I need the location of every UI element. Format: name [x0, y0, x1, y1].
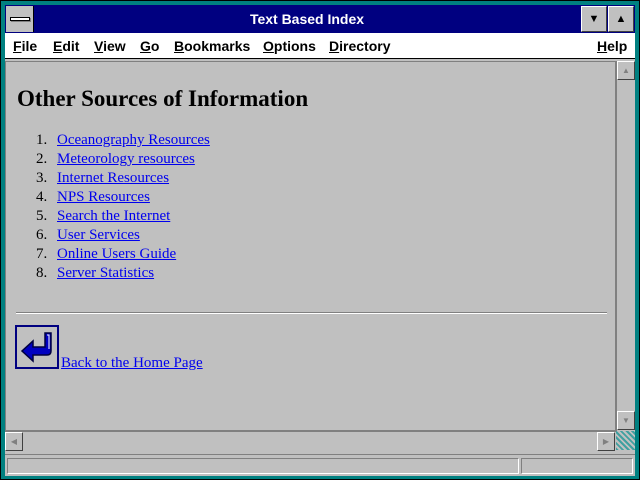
menu-accel: O — [263, 38, 274, 54]
link-user-services[interactable]: User Services — [57, 227, 140, 243]
scroll-up-button[interactable]: ▲ — [617, 61, 635, 80]
system-menu-icon — [10, 17, 30, 21]
menu-accel: B — [174, 38, 185, 54]
scroll-left-button[interactable]: ◀ — [5, 432, 23, 451]
link-server-statistics[interactable]: Server Statistics — [57, 265, 154, 281]
menu-options[interactable]: Options — [263, 38, 316, 54]
window-frame: Text Based Index ▼ ▲ File Edit View Go B… — [5, 5, 635, 476]
scroll-down-icon: ▼ — [622, 416, 630, 425]
list-number: 3. — [36, 170, 48, 186]
link-online-users-guide[interactable]: Online Users Guide — [57, 246, 176, 262]
menu-label: dit — [62, 38, 80, 54]
list-item: 5. Search the Internet — [36, 207, 210, 226]
menu-edit[interactable]: Edit — [53, 38, 79, 54]
triangle-up-icon: ▲ — [615, 13, 627, 25]
scroll-down-button[interactable]: ▼ — [617, 411, 635, 430]
link-internet-resources[interactable]: Internet Resources — [57, 170, 169, 186]
menu-accel: F — [13, 38, 22, 54]
list-number: 1. — [36, 132, 48, 148]
resize-grip[interactable] — [616, 431, 635, 450]
menu-file[interactable]: File — [13, 38, 37, 54]
menu-accel: G — [140, 38, 151, 54]
link-meteorology[interactable]: Meteorology resources — [57, 151, 195, 167]
menu-label: elp — [607, 38, 628, 54]
menu-directory[interactable]: Directory — [329, 38, 390, 54]
list-number: 2. — [36, 151, 48, 167]
return-arrow-icon — [20, 332, 52, 363]
list-item: 6. User Services — [36, 226, 210, 245]
menu-view[interactable]: View — [94, 38, 126, 54]
scroll-right-button[interactable]: ▶ — [597, 432, 615, 451]
list-item: 7. Online Users Guide — [36, 245, 210, 264]
menu-label: ile — [21, 38, 38, 54]
scroll-left-icon: ◀ — [10, 437, 18, 446]
window-title: Text Based Index — [249, 11, 365, 27]
menu-label: o — [150, 38, 160, 54]
horizontal-scrollbar[interactable]: ◀ ▶ — [5, 431, 616, 451]
menu-accel: D — [329, 38, 340, 54]
list-number: 4. — [36, 189, 48, 205]
triangle-down-icon: ▼ — [588, 13, 600, 25]
system-menu-button[interactable] — [6, 6, 34, 32]
vertical-scrollbar[interactable]: ▲ ▼ — [616, 61, 635, 431]
link-nps-resources[interactable]: NPS Resources — [57, 189, 150, 205]
menu-bar: File Edit View Go Bookmarks Options Dire… — [5, 33, 635, 59]
menu-accel: V — [94, 38, 104, 54]
horizontal-rule — [16, 312, 607, 314]
browser-window: Text Based Index ▼ ▲ File Edit View Go B… — [0, 0, 640, 480]
status-bar — [5, 454, 635, 476]
scroll-right-icon: ▶ — [602, 437, 610, 446]
menu-label: ookmarks — [184, 38, 251, 54]
maximize-button[interactable]: ▲ — [608, 6, 634, 32]
minimize-button[interactable]: ▼ — [581, 6, 607, 32]
menu-accel: H — [597, 38, 608, 54]
back-home-link[interactable]: Back to the Home Page — [61, 355, 203, 372]
list-number: 8. — [36, 265, 48, 281]
menu-bookmarks[interactable]: Bookmarks — [174, 38, 250, 54]
list-item: 4. NPS Resources — [36, 188, 210, 207]
scroll-up-icon: ▲ — [622, 66, 630, 75]
link-oceanography[interactable]: Oceanography Resources — [57, 132, 210, 148]
list-item: 2. Meteorology resources — [36, 150, 210, 169]
link-search-internet[interactable]: Search the Internet — [57, 208, 170, 224]
back-arrow-icon[interactable] — [15, 325, 59, 369]
list-item: 3. Internet Resources — [36, 169, 210, 188]
menu-help[interactable]: Help — [597, 38, 627, 54]
list-number: 7. — [36, 246, 48, 262]
page-heading: Other Sources of Information — [17, 86, 309, 111]
link-list: 1. Oceanography Resources 2. Meteorology r… — [36, 131, 210, 283]
menu-accel: E — [53, 38, 63, 54]
list-item: 8. Server Statistics — [36, 264, 210, 283]
menu-go[interactable]: Go — [140, 38, 159, 54]
list-item: 1. Oceanography Resources — [36, 131, 210, 150]
list-number: 5. — [36, 208, 48, 224]
menu-label: iew — [103, 38, 126, 54]
menu-label: ptions — [273, 38, 316, 54]
menu-label: irectory — [339, 38, 391, 54]
list-number: 6. — [36, 227, 48, 243]
document-view[interactable]: Other Sources of Information 1. Oceanogra… — [5, 61, 616, 431]
status-message — [7, 458, 519, 474]
title-bar[interactable]: Text Based Index ▼ ▲ — [5, 5, 635, 33]
status-progress — [521, 458, 633, 474]
